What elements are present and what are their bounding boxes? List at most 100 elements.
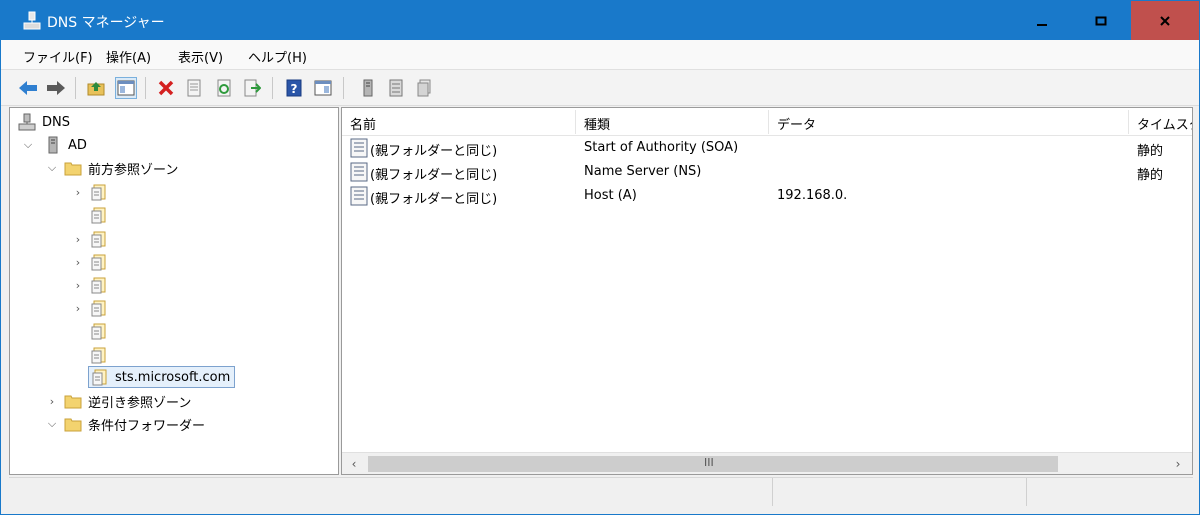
table-row[interactable]: (親フォルダーと同じ) Start of Authority (SOA) 静的 (342, 136, 1192, 160)
chevron-down-icon[interactable]: ⌵ (46, 161, 58, 174)
back-button[interactable] (17, 77, 39, 99)
scrollbar-thumb[interactable]: III (368, 456, 1058, 472)
show-hide-console-tree-button[interactable] (115, 77, 137, 99)
horizontal-scrollbar[interactable]: ‹ III › (342, 452, 1192, 474)
cell-name: (親フォルダーと同じ) (370, 192, 498, 207)
cell-data: 192.168.0. (777, 188, 848, 203)
delete-icon (158, 80, 174, 96)
chevron-right-icon[interactable]: › (72, 233, 84, 246)
zone-icon (91, 254, 106, 271)
cell-name: (親フォルダーと同じ) (370, 144, 498, 159)
forward-arrow-icon (47, 81, 65, 95)
chevron-right-icon[interactable]: › (72, 279, 84, 292)
help-button[interactable]: ? (283, 77, 305, 99)
menu-help[interactable]: ヘルプ(H) (248, 47, 307, 66)
chevron-down-icon[interactable]: ⌵ (22, 138, 34, 151)
status-segment (772, 478, 1026, 506)
scroll-right-icon[interactable]: › (1170, 456, 1186, 472)
server-button[interactable] (357, 77, 379, 99)
console-tree-icon (117, 80, 135, 96)
zone-icon (389, 79, 403, 97)
tree-node-server[interactable]: ⌵ AD (22, 134, 87, 156)
forward-button[interactable] (45, 77, 67, 99)
tree-node-zone[interactable] (72, 320, 108, 342)
zone-icon (92, 369, 107, 386)
close-icon (1160, 15, 1170, 26)
menu-action[interactable]: 操作(A) (106, 47, 151, 66)
delete-button[interactable] (155, 77, 177, 99)
zone-icon (91, 184, 106, 201)
column-header-type[interactable]: 種類 (576, 110, 769, 134)
tree-label-reverse-zones: 逆引き参照ゾーン (88, 395, 192, 411)
maximize-icon (1095, 16, 1107, 25)
folder-icon (64, 162, 82, 176)
folder-icon (64, 395, 82, 409)
tree-node-zone[interactable]: › (72, 181, 108, 203)
cell-timestamp: 静的 (1137, 144, 1164, 159)
export-list-button[interactable] (241, 77, 263, 99)
action-pane-icon (314, 80, 332, 96)
tree-node-zone[interactable]: › (72, 297, 108, 319)
folder-icon (64, 418, 82, 432)
close-button[interactable] (1131, 1, 1199, 40)
export-list-icon (244, 79, 261, 97)
tree-node-conditional-forwarders[interactable]: ⌵ 条件付フォワーダー (46, 413, 205, 435)
chevron-down-icon[interactable]: ⌵ (46, 417, 58, 430)
chevron-right-icon[interactable]: › (46, 395, 58, 408)
tree-node-forward-zones[interactable]: ⌵ 前方参照ゾーン (46, 157, 179, 179)
list-header: 名前 種類 データ タイムスタ (342, 108, 1192, 136)
tree-label-conditional-forwarders: 条件付フォワーダー (88, 418, 206, 434)
maximize-button[interactable] (1072, 1, 1130, 40)
tree-node-zone[interactable]: › (72, 251, 108, 273)
column-header-timestamp[interactable]: タイムスタ (1129, 110, 1192, 134)
chevron-right-icon[interactable]: › (72, 256, 84, 269)
title-bar[interactable]: DNS マネージャー (1, 1, 1199, 40)
table-row[interactable]: (親フォルダーと同じ) Host (A) 192.168.0. (342, 184, 1192, 208)
minimize-icon (1037, 23, 1047, 26)
record-icon (350, 186, 368, 206)
up-one-level-button[interactable] (85, 77, 107, 99)
tree-node-zone[interactable] (72, 344, 108, 366)
tree-label-selected-zone: sts.microsoft.com (115, 369, 231, 385)
chevron-right-icon[interactable]: › (72, 302, 84, 315)
menu-view[interactable]: 表示(V) (178, 47, 223, 66)
tree-node-zone[interactable]: › (72, 274, 108, 296)
menu-bar: ファイル(F) 操作(A) 表示(V) ヘルプ(H) (1, 40, 1199, 70)
cell-type: Name Server (NS) (584, 164, 702, 179)
cell-timestamp: 静的 (1137, 168, 1164, 183)
zone-icon (91, 300, 106, 317)
tree-node-zone[interactable] (72, 204, 108, 226)
action-pane-button[interactable] (312, 77, 334, 99)
properties-button[interactable] (183, 77, 205, 99)
window-title: DNS マネージャー (47, 15, 165, 31)
table-row[interactable]: (親フォルダーと同じ) Name Server (NS) 静的 (342, 160, 1192, 184)
zone-icon (91, 207, 106, 224)
cell-name: (親フォルダーと同じ) (370, 168, 498, 183)
tree-label-server: AD (68, 137, 87, 153)
column-header-data[interactable]: データ (769, 110, 1129, 134)
zone-button[interactable] (385, 77, 407, 99)
dns-icon (18, 113, 36, 131)
tree-node-selected-zone[interactable]: sts.microsoft.com (88, 366, 236, 388)
menu-file[interactable]: ファイル(F) (23, 47, 93, 66)
server-icon (363, 79, 373, 97)
record-list: 名前 種類 データ タイムスタ (親フォルダーと同じ) Start of Aut… (341, 107, 1193, 475)
server-icon (48, 136, 58, 154)
back-arrow-icon (19, 81, 37, 95)
refresh-button[interactable] (213, 77, 235, 99)
minimize-button[interactable] (1013, 1, 1071, 40)
record-icon (350, 138, 368, 158)
column-header-name[interactable]: 名前 (342, 110, 576, 134)
chevron-right-icon[interactable]: › (72, 186, 84, 199)
tree-label-forward-zones: 前方参照ゾーン (88, 162, 179, 178)
zone-icon (91, 347, 106, 364)
tree-node-dns[interactable]: DNS (18, 111, 70, 133)
selected-zone-highlight[interactable]: sts.microsoft.com (88, 366, 236, 388)
tree-node-zone[interactable]: › (72, 228, 108, 250)
svg-text:?: ? (291, 82, 298, 96)
records-button[interactable] (413, 77, 435, 99)
tree-node-reverse-zones[interactable]: › 逆引き参照ゾーン (46, 390, 192, 412)
records-icon (417, 79, 431, 97)
scroll-left-icon[interactable]: ‹ (346, 456, 362, 472)
scrollbar-grip: III (704, 456, 714, 469)
